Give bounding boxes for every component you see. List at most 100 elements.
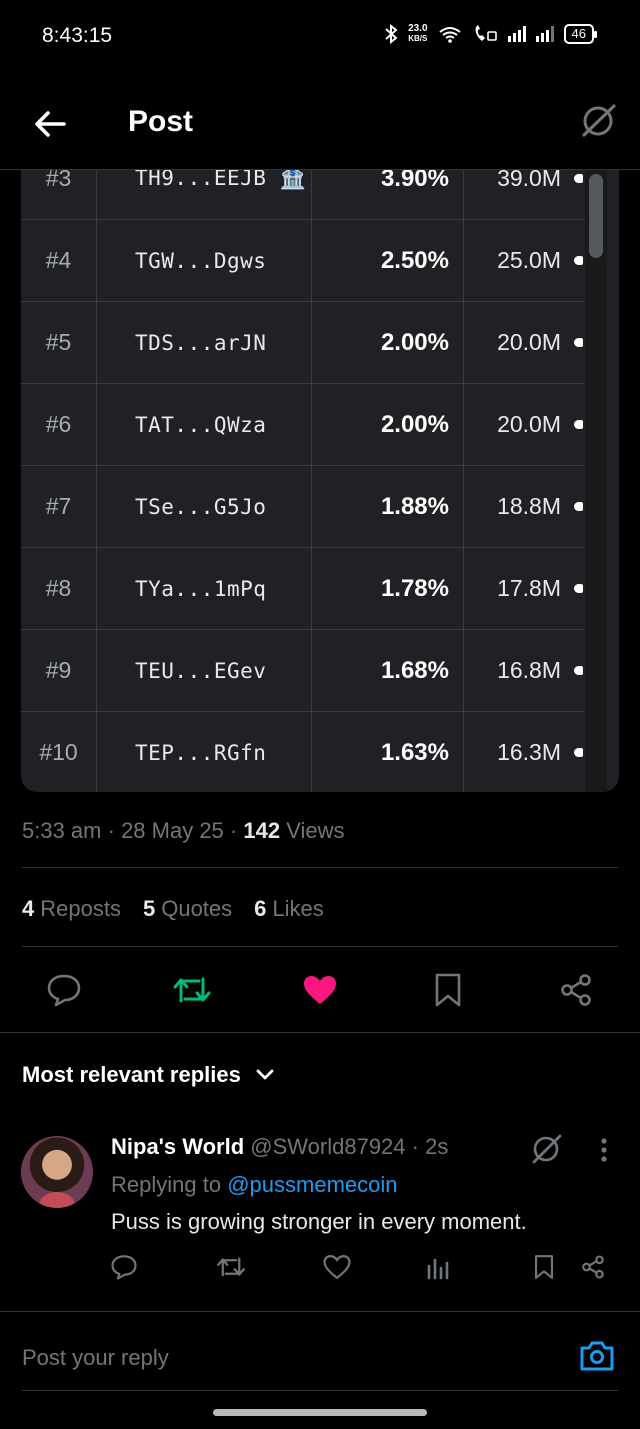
status-bar: 8:43:15 23.0 KB/S 46 xyxy=(0,0,640,74)
reply-share-button[interactable] xyxy=(578,1252,608,1282)
home-indicator[interactable] xyxy=(213,1409,427,1416)
reply-sort-dropdown[interactable]: Most relevant replies xyxy=(22,1062,275,1088)
repost-icon xyxy=(217,1257,245,1277)
address-cell: TYa...1mPq xyxy=(97,548,312,629)
repost-button[interactable] xyxy=(172,970,212,1010)
holders-table-image[interactable]: #3 TH9...EEJB 🏦 3.90% 39.0M #4 TGW...Dgws 2.50… xyxy=(21,170,619,792)
views-count: 142 xyxy=(243,818,281,843)
rank-cell: #4 xyxy=(21,220,97,301)
like-button[interactable] xyxy=(300,970,340,1010)
reply-bookmark-button[interactable] xyxy=(529,1252,559,1282)
views-label: Views xyxy=(286,818,345,843)
divider xyxy=(22,867,618,868)
table-row: #5 TDS...arJN 2.00% 20.0M xyxy=(21,302,585,384)
reply-repost-button[interactable] xyxy=(216,1252,246,1282)
reply-icon xyxy=(111,1255,137,1280)
rank-cell: #10 xyxy=(21,712,97,792)
table-row: #7 TSe...G5Jo 1.88% 18.8M xyxy=(21,466,585,548)
address-cell: TAT...QWza xyxy=(97,384,312,465)
address-cell: TSe...G5Jo xyxy=(97,466,312,547)
percent-cell: 1.63% xyxy=(312,712,464,792)
reply-icon xyxy=(47,974,81,1007)
rank-cell: #3 xyxy=(21,170,97,219)
reply-sort-label: Most relevant replies xyxy=(22,1062,241,1087)
post-meta: 5:33 am · 28 May 25 · 142 Views xyxy=(22,818,345,843)
bookmark-button[interactable] xyxy=(428,970,468,1010)
reply-button[interactable] xyxy=(44,970,84,1010)
rank-cell: #8 xyxy=(21,548,97,629)
rank-cell: #6 xyxy=(21,384,97,465)
grok-icon[interactable] xyxy=(528,1130,564,1166)
network-speed: 23.0 KB/S xyxy=(408,23,428,44)
section-divider xyxy=(0,1311,640,1312)
section-divider xyxy=(0,1032,640,1033)
reply-text: Puss is growing stronger in every moment… xyxy=(111,1209,527,1234)
reply-views-button[interactable] xyxy=(423,1252,453,1282)
bluetooth-icon xyxy=(385,24,398,44)
reposts-stat[interactable]: 4 Reposts xyxy=(22,896,121,922)
camera-icon[interactable] xyxy=(578,1338,616,1374)
reply-author-handle: @SWorld87924 · 2s xyxy=(250,1134,449,1159)
truncated-indicator xyxy=(574,748,583,757)
replying-to-link[interactable]: @pussmemecoin xyxy=(227,1172,397,1197)
avatar[interactable] xyxy=(21,1136,93,1208)
rank-cell: #5 xyxy=(21,302,97,383)
table-scroll-thumb xyxy=(589,174,603,258)
address-cell: TGW...Dgws xyxy=(97,220,312,301)
amount-cell: 18.8M xyxy=(464,466,585,547)
share-icon xyxy=(582,1255,604,1279)
address-cell: TEP...RGfn xyxy=(97,712,312,792)
table-row: #9 TEU...EGev 1.68% 16.8M xyxy=(21,630,585,712)
divider xyxy=(22,946,618,947)
truncated-indicator xyxy=(574,174,583,183)
repost-icon xyxy=(173,977,211,1003)
bar-chart-icon xyxy=(427,1258,449,1280)
back-arrow-icon[interactable] xyxy=(30,104,70,144)
percent-cell: 3.90% xyxy=(312,170,464,219)
quotes-stat[interactable]: 5 Quotes xyxy=(143,896,232,922)
more-options-icon[interactable] xyxy=(594,1136,614,1164)
page-title: Post xyxy=(128,105,194,138)
amount-cell: 25.0M xyxy=(464,220,585,301)
heart-icon xyxy=(304,976,336,1004)
table-row: #6 TAT...QWza 2.00% 20.0M xyxy=(21,384,585,466)
reply-like-button[interactable] xyxy=(322,1252,352,1282)
wifi-icon xyxy=(438,27,461,43)
likes-stat[interactable]: 6 Likes xyxy=(254,896,324,922)
reply-compose-input[interactable]: Post your reply xyxy=(22,1345,169,1371)
wifi-calling-icon xyxy=(475,25,497,41)
rank-cell: #7 xyxy=(21,466,97,547)
share-icon xyxy=(561,974,591,1006)
truncated-indicator xyxy=(574,502,583,511)
post-date: 28 May 25 xyxy=(121,818,224,843)
truncated-indicator xyxy=(574,256,583,265)
table-row: #3 TH9...EEJB 🏦 3.90% 39.0M xyxy=(21,170,585,220)
reply-author-name[interactable]: Nipa's World xyxy=(111,1134,244,1159)
amount-cell: 39.0M xyxy=(464,170,585,219)
address-cell: TDS...arJN xyxy=(97,302,312,383)
status-icons: 23.0 KB/S 46 xyxy=(384,23,598,44)
reply-action-bar xyxy=(0,1252,640,1286)
chevron-down-icon xyxy=(256,1069,274,1080)
grok-icon[interactable] xyxy=(578,100,618,140)
truncated-indicator xyxy=(574,666,583,675)
compose-underline xyxy=(22,1390,618,1391)
bookmark-icon xyxy=(534,1255,554,1279)
heart-icon xyxy=(323,1255,351,1280)
percent-cell: 1.88% xyxy=(312,466,464,547)
percent-cell: 1.68% xyxy=(312,630,464,711)
rank-cell: #9 xyxy=(21,630,97,711)
share-button[interactable] xyxy=(556,970,596,1010)
table-row: #4 TGW...Dgws 2.50% 25.0M xyxy=(21,220,585,302)
truncated-indicator xyxy=(574,420,583,429)
amount-cell: 20.0M xyxy=(464,302,585,383)
amount-cell: 20.0M xyxy=(464,384,585,465)
top-app-bar: Post xyxy=(0,74,640,170)
replying-to: Replying to @pussmemecoin xyxy=(111,1172,398,1197)
signal-icon-2 xyxy=(535,26,554,42)
reply-reply-button[interactable] xyxy=(109,1252,139,1282)
reply-author: Nipa's World @SWorld87924 · 2s xyxy=(111,1134,448,1160)
table-scroll-track xyxy=(585,170,607,792)
bookmark-icon xyxy=(435,973,461,1007)
post-action-bar xyxy=(0,960,640,1032)
